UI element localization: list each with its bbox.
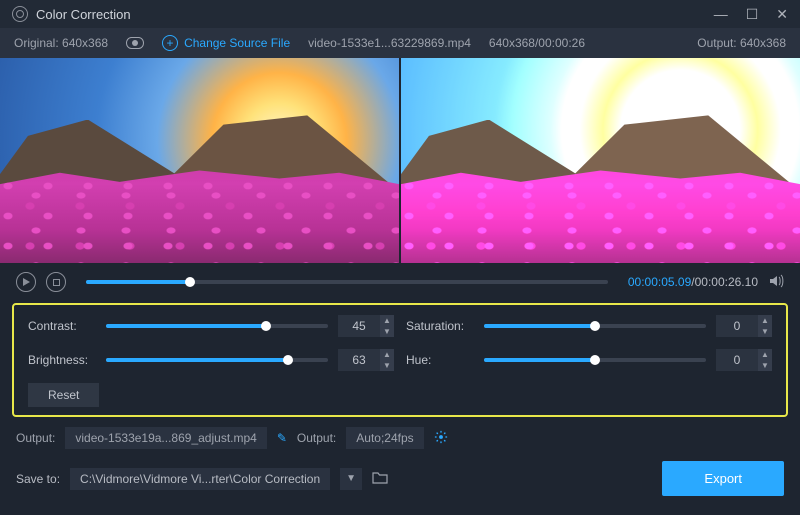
close-button[interactable]: ✕	[776, 7, 788, 21]
brightness-spinner[interactable]: ▲▼	[338, 349, 394, 371]
save-to-label: Save to:	[16, 472, 60, 486]
source-filename: video-1533e1...63229869.mp4	[308, 36, 471, 50]
adjustment-panel: Contrast: ▲▼ Saturation: ▲▼ Brightness: …	[12, 303, 788, 417]
open-folder-icon[interactable]	[372, 470, 388, 487]
stepper-down-icon[interactable]: ▼	[380, 326, 394, 337]
hue-input[interactable]	[716, 349, 758, 371]
output-filename: video-1533e19a...869_adjust.mp4	[65, 427, 266, 449]
hue-label: Hue:	[406, 353, 474, 367]
reset-button[interactable]: Reset	[28, 383, 99, 407]
path-dropdown-icon[interactable]: ▼	[340, 468, 362, 490]
save-path: C:\Vidmore\Vidmore Vi...rter\Color Corre…	[70, 468, 330, 490]
bottom-bar: Save to: C:\Vidmore\Vidmore Vi...rter\Co…	[0, 455, 800, 506]
saturation-slider[interactable]	[484, 324, 706, 328]
hue-slider[interactable]	[484, 358, 706, 362]
stepper-up-icon[interactable]: ▲	[758, 315, 772, 326]
output-label-1: Output:	[16, 431, 55, 445]
export-button[interactable]: Export	[662, 461, 784, 496]
time-total: 00:00:26.10	[695, 275, 758, 289]
app-logo-icon	[12, 6, 28, 22]
preview-adjusted	[401, 58, 800, 263]
volume-icon[interactable]	[768, 273, 784, 292]
contrast-label: Contrast:	[28, 319, 96, 333]
window-title: Color Correction	[36, 7, 131, 22]
stepper-up-icon[interactable]: ▲	[758, 349, 772, 360]
stepper-down-icon[interactable]: ▼	[758, 326, 772, 337]
stepper-up-icon[interactable]: ▲	[380, 349, 394, 360]
brightness-input[interactable]	[338, 349, 380, 371]
output-size-label: Output: 640x368	[697, 36, 786, 50]
brightness-label: Brightness:	[28, 353, 96, 367]
preview-area	[0, 58, 800, 263]
settings-icon[interactable]	[434, 430, 448, 447]
hue-spinner[interactable]: ▲▼	[716, 349, 772, 371]
brightness-slider[interactable]	[106, 358, 328, 362]
info-bar: Original: 640x368 + Change Source File v…	[0, 28, 800, 58]
source-fileinfo: 640x368/00:00:26	[489, 36, 585, 50]
output-row: Output: video-1533e19a...869_adjust.mp4 …	[0, 421, 800, 455]
titlebar: Color Correction — ☐ ✕	[0, 0, 800, 28]
timecode: 00:00:05.09/00:00:26.10	[628, 275, 758, 289]
contrast-input[interactable]	[338, 315, 380, 337]
original-size-label: Original: 640x368	[14, 36, 108, 50]
preview-original	[0, 58, 399, 263]
change-source-button[interactable]: + Change Source File	[162, 35, 290, 51]
saturation-input[interactable]	[716, 315, 758, 337]
saturation-spinner[interactable]: ▲▼	[716, 315, 772, 337]
preview-toggle-icon[interactable]	[126, 37, 144, 49]
stepper-down-icon[interactable]: ▼	[758, 360, 772, 371]
play-button[interactable]	[16, 272, 36, 292]
time-current: 00:00:05.09	[628, 275, 691, 289]
transport-bar: 00:00:05.09/00:00:26.10	[0, 263, 800, 301]
contrast-spinner[interactable]: ▲▼	[338, 315, 394, 337]
minimize-button[interactable]: —	[714, 7, 728, 21]
change-source-label: Change Source File	[184, 36, 290, 50]
saturation-label: Saturation:	[406, 319, 474, 333]
stepper-down-icon[interactable]: ▼	[380, 360, 394, 371]
stop-button[interactable]	[46, 272, 66, 292]
edit-filename-icon[interactable]: ✎	[277, 431, 287, 445]
contrast-slider[interactable]	[106, 324, 328, 328]
plus-circle-icon: +	[162, 35, 178, 51]
maximize-button[interactable]: ☐	[746, 7, 759, 21]
output-label-2: Output:	[297, 431, 336, 445]
stepper-up-icon[interactable]: ▲	[380, 315, 394, 326]
seek-slider[interactable]	[86, 280, 608, 284]
output-format: Auto;24fps	[346, 427, 423, 449]
